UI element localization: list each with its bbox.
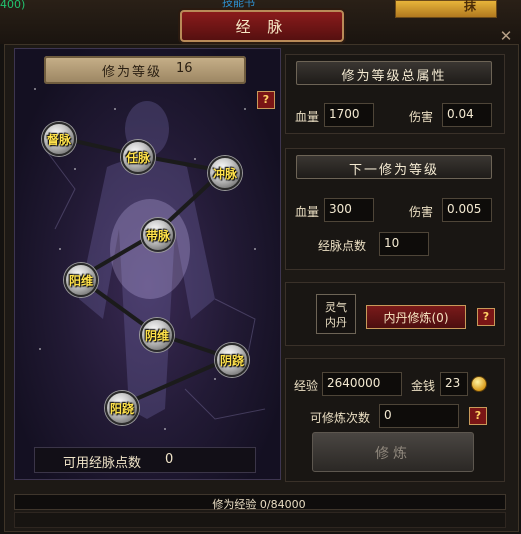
total-hp-label: 血量 <box>295 110 320 124</box>
gold-field: 23 <box>440 372 468 396</box>
meridian-node-yangqiao[interactable]: 阳跷 <box>105 391 139 425</box>
next-damage-label: 伤害 <box>409 205 434 219</box>
lingqi-neidan-slot[interactable]: 灵气 内丹 <box>316 294 356 334</box>
total-damage-field: 0.04 <box>442 103 492 127</box>
next-damage-field: 0.005 <box>442 198 492 222</box>
refine-count-label: 可修炼次数 <box>310 411 371 425</box>
next-points-field: 10 <box>379 232 429 256</box>
gold-coin-icon <box>471 376 487 392</box>
available-points-value: 0 <box>165 452 174 467</box>
next-hp-field: 300 <box>324 198 374 222</box>
available-points-label: 可用经脉点数 <box>63 456 142 471</box>
meridian-node-ren[interactable]: 任脉 <box>121 140 155 174</box>
available-points-box: 可用经脉点数 0 <box>34 447 256 473</box>
meridian-node-yinqiao[interactable]: 阴跷 <box>215 343 249 377</box>
meridian-node-chong[interactable]: 冲脉 <box>208 156 242 190</box>
meridian-node-dai[interactable]: 带脉 <box>141 218 175 252</box>
total-hp-field: 1700 <box>324 103 374 127</box>
refine-button[interactable]: 修炼 <box>312 432 474 472</box>
meridian-node-yinwei[interactable]: 阴维 <box>140 318 174 352</box>
next-hp-label: 血量 <box>295 205 320 219</box>
close-icon[interactable]: ✕ <box>496 26 516 46</box>
next-points-label: 经脉点数 <box>318 239 367 253</box>
total-damage-label: 伤害 <box>409 110 434 124</box>
bottom-strip <box>14 512 506 528</box>
meridian-node-yangwei[interactable]: 阳维 <box>64 263 98 297</box>
total-attributes-header: 修为等级总属性 <box>296 61 492 85</box>
refine-count-field: 0 <box>379 404 459 428</box>
next-level-header: 下一修为等级 <box>296 155 492 179</box>
cultivation-exp-text: 修为经验 0/84000 <box>212 498 306 511</box>
gold-label: 金钱 <box>411 379 436 393</box>
meridian-lines <box>56 135 231 408</box>
experience-label: 经验 <box>294 379 319 393</box>
top-gold-tile[interactable]: 抹 <box>395 0 497 18</box>
top-gold-tile-text: 抹 <box>463 0 476 13</box>
meridian-node-du[interactable]: 督脉 <box>42 122 76 156</box>
help-icon-refine[interactable]: ? <box>469 407 487 425</box>
neidan-refine-button[interactable]: 内丹修炼(0) <box>366 305 466 329</box>
experience-field: 2640000 <box>322 372 402 396</box>
help-icon-neidan[interactable]: ? <box>477 308 495 326</box>
